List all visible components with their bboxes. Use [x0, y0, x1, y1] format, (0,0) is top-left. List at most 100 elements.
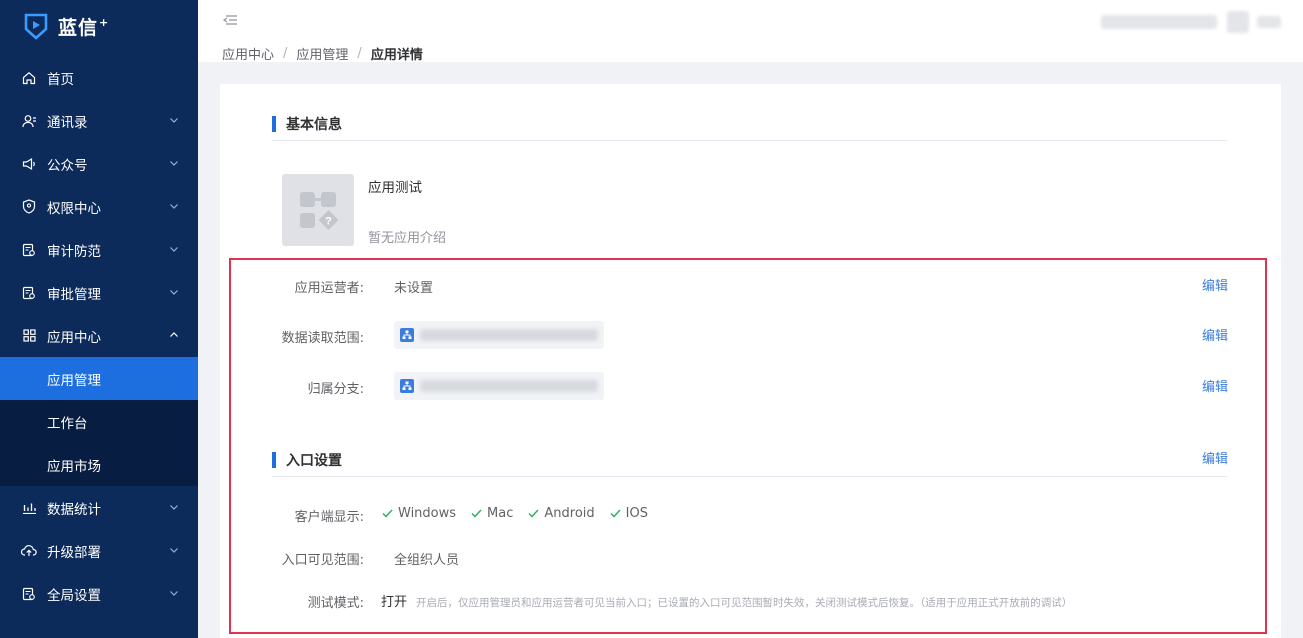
chevron-up-icon [170, 332, 178, 337]
divider [272, 476, 1228, 477]
breadcrumb: 应用中心 / 应用管理 / 应用详情 [222, 44, 423, 63]
sidebar-item-label: 升级部署 [47, 544, 101, 561]
test-mode-hint: 开启后，仅应用管理员和应用运营者可见当前入口；已设置的入口可见范围暂时失效，关闭… [416, 597, 1073, 609]
app-name: 应用测试 [368, 180, 422, 196]
chevron-down-icon [170, 591, 178, 596]
section-title-entry: 入口设置 [272, 450, 342, 470]
sidebar-item-audit[interactable]: 审计防范 [0, 228, 198, 271]
logo-text: 蓝信+ [58, 16, 110, 39]
logo-icon [22, 12, 50, 40]
org-icon [400, 328, 414, 342]
user-info-blurred [1101, 15, 1217, 29]
check-icon [471, 509, 482, 518]
sidebar-item-home[interactable]: 首页 [0, 56, 198, 99]
check-icon [382, 509, 393, 518]
client-label: Android [544, 506, 595, 521]
check-icon [610, 509, 621, 518]
branch-label: 归属分支: [307, 382, 364, 397]
user-name-blurred [1257, 16, 1281, 28]
client-android: Android [528, 506, 595, 521]
chevron-down-icon [170, 548, 178, 553]
app-icon: ? [282, 174, 354, 246]
chart-icon [21, 500, 37, 516]
data-scope-label: 数据读取范围: [281, 331, 364, 346]
breadcrumb-current: 应用详情 [370, 48, 423, 63]
section-accent-bar [272, 116, 276, 132]
test-mode-label: 测试模式: [307, 596, 364, 611]
sidebar-item-label: 工作台 [47, 415, 88, 432]
sidebar-item-label: 应用市场 [47, 458, 101, 475]
top-bar: 应用中心 / 应用管理 / 应用详情 [198, 0, 1303, 63]
sidebar-item-label: 公众号 [47, 157, 88, 174]
section-title-text: 入口设置 [286, 453, 342, 469]
client-list: Windows Mac Android IOS [382, 506, 663, 521]
audit-icon [21, 242, 37, 258]
cloud-upload-icon [21, 543, 37, 559]
edit-entry-button[interactable]: 编辑 [1202, 448, 1228, 467]
section-title-basic: 基本信息 [272, 114, 342, 134]
chevron-down-icon [170, 247, 178, 252]
sidebar-item-label: 全局设置 [47, 587, 101, 604]
breadcrumb-separator: / [357, 46, 362, 61]
section-accent-bar [272, 452, 276, 468]
sidebar-item-app-management[interactable]: 应用管理 [0, 357, 198, 400]
test-mode-value: 打开 [381, 595, 408, 610]
sidebar-item-label: 审计防范 [47, 243, 101, 260]
test-mode-row: 打开 开启后，仅应用管理员和应用运营者可见当前入口；已设置的入口可见范围暂时失效… [381, 591, 1072, 610]
chevron-down-icon [170, 505, 178, 510]
svg-text:?: ? [325, 216, 332, 228]
shield-icon [21, 199, 37, 215]
org-icon [400, 379, 414, 393]
sidebar-item-label: 应用管理 [47, 372, 101, 389]
client-windows: Windows [382, 506, 456, 521]
client-label: Mac [487, 506, 514, 521]
sidebar-item-label: 应用中心 [47, 329, 101, 346]
breadcrumb-separator: / [283, 46, 288, 61]
data-scope-org-chip [394, 321, 604, 349]
user-menu[interactable] [1101, 11, 1281, 33]
operator-label: 应用运营者: [294, 281, 364, 296]
visible-scope-value: 全组织人员 [394, 553, 460, 568]
sidebar-item-label: 数据统计 [47, 501, 101, 518]
breadcrumb-app-center[interactable]: 应用中心 [222, 44, 274, 63]
sidebar-item-global-settings[interactable]: 全局设置 [0, 572, 198, 615]
edit-operator-button[interactable]: 编辑 [1202, 275, 1228, 294]
divider [272, 140, 1228, 141]
approval-icon [21, 285, 37, 301]
sidebar-item-workbench[interactable]: 工作台 [0, 400, 198, 443]
data-scope-value-blurred [420, 329, 598, 341]
operator-value: 未设置 [394, 281, 434, 296]
sidebar-item-upgrade[interactable]: 升级部署 [0, 529, 198, 572]
sidebar-item-contacts[interactable]: 通讯录 [0, 99, 198, 142]
chevron-down-icon [170, 161, 178, 166]
sidebar-item-label: 审批管理 [47, 286, 101, 303]
sidebar: 蓝信+ 首页 通讯录 公众号 权限中心 审计防范 审批管理 应用中心 应用管理 … [0, 0, 198, 638]
edit-branch-button[interactable]: 编辑 [1202, 376, 1228, 395]
app-center-submenu: 应用管理 工作台 应用市场 [0, 357, 198, 486]
sidebar-item-official-accounts[interactable]: 公众号 [0, 142, 198, 185]
chevron-down-icon [170, 118, 178, 123]
sidebar-item-app-market[interactable]: 应用市场 [0, 443, 198, 486]
client-label: Windows [398, 506, 457, 521]
home-icon [21, 70, 37, 86]
sidebar-item-label: 首页 [47, 71, 74, 88]
sidebar-item-statistics[interactable]: 数据统计 [0, 486, 198, 529]
edit-data-scope-button[interactable]: 编辑 [1202, 325, 1228, 344]
logo[interactable]: 蓝信+ [0, 0, 198, 52]
app-placeholder-icon: ? [300, 192, 339, 230]
sidebar-menu: 首页 通讯录 公众号 权限中心 审计防范 审批管理 应用中心 应用管理 工作台 … [0, 56, 198, 615]
app-description: 暂无应用介绍 [368, 231, 447, 246]
check-icon [528, 509, 539, 518]
sidebar-item-label: 权限中心 [47, 200, 101, 217]
avatar [1227, 11, 1249, 33]
sidebar-item-app-center[interactable]: 应用中心 [0, 314, 198, 357]
collapse-sidebar-icon[interactable] [222, 13, 238, 27]
app-detail-card: 基本信息 ? 应用测试 暂无应用介绍 应用运营者: 未设置 编辑 数据读取范围:… [220, 84, 1281, 638]
breadcrumb-app-management[interactable]: 应用管理 [296, 44, 348, 63]
chevron-down-icon [170, 290, 178, 295]
branch-value-blurred [420, 380, 598, 392]
sidebar-item-approval[interactable]: 审批管理 [0, 271, 198, 314]
clients-label: 客户端显示: [294, 510, 364, 525]
branch-org-chip [394, 372, 604, 400]
sidebar-item-permissions[interactable]: 权限中心 [0, 185, 198, 228]
